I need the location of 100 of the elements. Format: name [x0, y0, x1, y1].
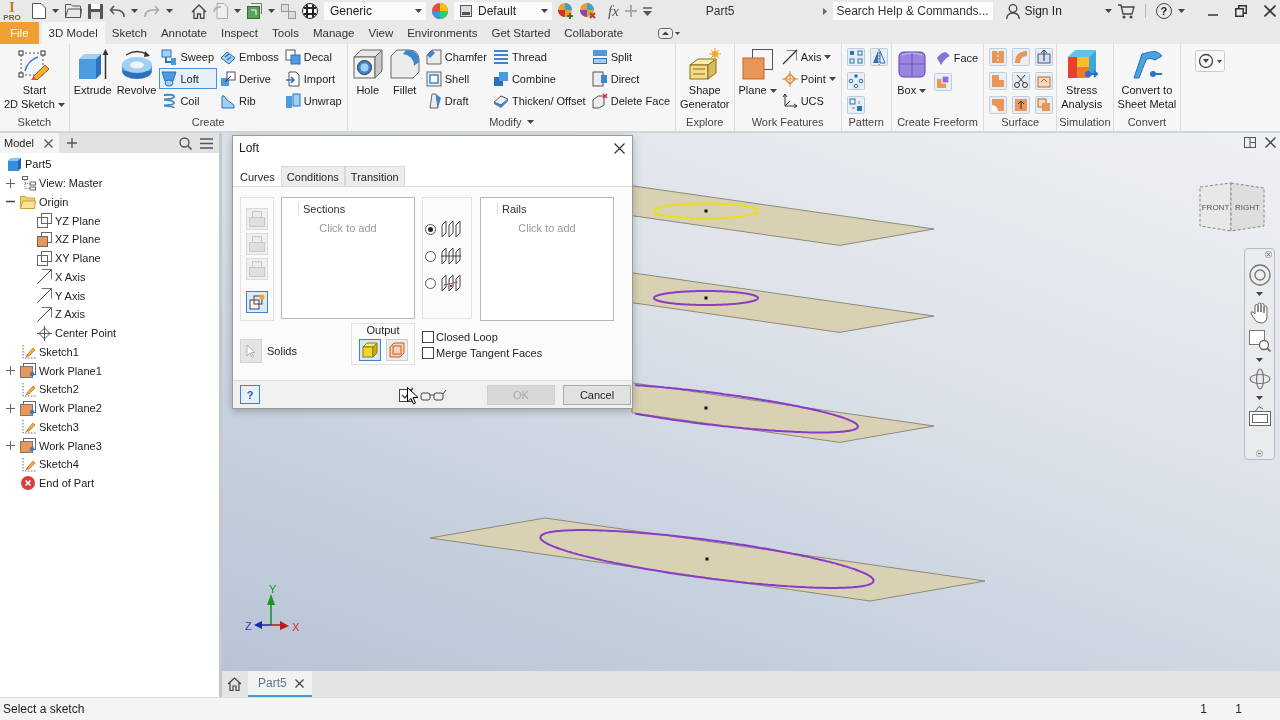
- ribbon-button[interactable]: Emboss: [218, 46, 282, 67]
- ribbon-button[interactable]: Plane: [736, 44, 779, 113]
- help-button[interactable]: ?: [240, 385, 260, 404]
- caret-icon[interactable]: [1256, 358, 1263, 362]
- tree-item[interactable]: Work Plane1: [39, 364, 102, 377]
- ribbon-button[interactable]: Axis: [779, 46, 839, 67]
- restore-icon[interactable]: [1235, 5, 1247, 17]
- menu-caret-icon[interactable]: [642, 6, 652, 16]
- ribbon-button[interactable]: Chamfer: [423, 46, 490, 67]
- home-icon[interactable]: [227, 677, 242, 691]
- tree-item[interactable]: Z Axis: [55, 308, 85, 321]
- ribbon-button[interactable]: Point: [779, 68, 839, 89]
- ribbon-tab[interactable]: Collaborate: [557, 22, 631, 44]
- radio-button[interactable]: [425, 277, 436, 289]
- radio-button[interactable]: [425, 223, 436, 235]
- ribbon-button[interactable]: Combine: [490, 68, 589, 89]
- plus-icon[interactable]: [6, 403, 15, 413]
- ribbon-tab[interactable]: Annotate: [153, 22, 214, 44]
- steering-wheel-icon[interactable]: [1248, 264, 1271, 286]
- squares-pattern-icon[interactable]: [846, 96, 865, 114]
- caret-icon[interactable]: [1256, 292, 1263, 296]
- ribbon-button[interactable]: Convert to Sheet Metal: [1115, 44, 1179, 113]
- dialog-tab[interactable]: Transition: [344, 166, 405, 186]
- sections-list[interactable]: Sections Click to add: [281, 197, 415, 319]
- panel-toggle-icon[interactable]: [658, 27, 681, 39]
- ribbon-button[interactable]: Unwrap: [282, 90, 345, 111]
- quarter-cut-tile-icon[interactable]: [989, 96, 1008, 114]
- glasses-icon[interactable]: [420, 388, 447, 401]
- color-ball-plus-icon[interactable]: [558, 3, 574, 19]
- tree-item[interactable]: Sketch4: [39, 458, 79, 471]
- ribbon-button[interactable]: Start 2D Sketch: [2, 44, 67, 113]
- appearance-dropdown[interactable]: Default: [454, 2, 552, 20]
- tree-item[interactable]: X Axis: [55, 270, 86, 283]
- search-field[interactable]: Search Help & Commands...: [832, 2, 993, 20]
- ribbon-button[interactable]: Derive: [218, 68, 282, 89]
- ribbon-button[interactable]: Draft: [423, 90, 490, 111]
- split-view-icon[interactable]: [1244, 137, 1256, 148]
- style-dropdown[interactable]: Generic: [324, 2, 426, 20]
- ribbon-button[interactable]: Rib: [218, 90, 282, 111]
- square-grid-icon[interactable]: [846, 48, 865, 66]
- caret-icon[interactable]: [234, 9, 241, 13]
- tree-item[interactable]: Sketch2: [39, 383, 79, 396]
- ribbon-button[interactable]: Shell: [423, 68, 490, 89]
- tree-item[interactable]: XY Plane: [55, 252, 101, 265]
- view-cube[interactable]: [1199, 182, 1265, 232]
- ribbon-button[interactable]: Thread: [490, 46, 589, 67]
- ribbon-button[interactable]: Import: [282, 68, 345, 89]
- new-file-icon[interactable]: [32, 3, 46, 19]
- search-icon[interactable]: [179, 136, 192, 150]
- ribbon-button[interactable]: Thicken/ Offset: [490, 90, 589, 111]
- dashed-tile-icon[interactable]: [989, 48, 1008, 66]
- ribbon-button[interactable]: Decal: [282, 46, 345, 67]
- stacked-tiles-icon[interactable]: [1035, 96, 1054, 114]
- dialog-tab[interactable]: Conditions: [280, 166, 345, 186]
- caret-icon[interactable]: [166, 9, 173, 13]
- output-toggle-button[interactable]: [358, 339, 381, 361]
- corner-tile-icon[interactable]: [989, 72, 1008, 90]
- color-wheel-icon[interactable]: [432, 3, 448, 19]
- dialog-button[interactable]: Cancel: [563, 384, 631, 405]
- dot-ring-icon[interactable]: [846, 72, 865, 90]
- triangle-icon[interactable]: [822, 7, 827, 15]
- caret-icon[interactable]: [268, 9, 275, 13]
- formula-button[interactable]: fx: [608, 2, 619, 20]
- sign-in-button[interactable]: Sign In: [1004, 2, 1063, 20]
- ribbon-tab[interactable]: Sketch: [104, 22, 154, 44]
- radio-button[interactable]: [425, 250, 436, 262]
- caret-icon[interactable]: [131, 9, 138, 13]
- caret-icon[interactable]: [52, 9, 59, 13]
- ribbon-button[interactable]: Sweep: [159, 46, 218, 67]
- tree-item[interactable]: Center Point: [55, 327, 117, 340]
- hand-icon[interactable]: [1249, 302, 1270, 324]
- patch-tile-icon[interactable]: [1035, 72, 1054, 90]
- menu-icon[interactable]: [200, 137, 213, 149]
- mirror-triangles-icon[interactable]: [869, 48, 888, 66]
- folder-icon[interactable]: [65, 4, 82, 18]
- ribbon-tab[interactable]: 3D Model: [41, 22, 105, 44]
- close-icon[interactable]: [43, 138, 53, 148]
- ribbon-button[interactable]: Loft: [159, 68, 218, 89]
- checkered-ball-icon[interactable]: [302, 3, 318, 19]
- zoom-window-icon[interactable]: [1248, 330, 1271, 352]
- checkbox[interactable]: [422, 331, 434, 343]
- blocks-swap-icon[interactable]: [933, 73, 952, 91]
- tree-item[interactable]: Y Axis: [55, 289, 86, 302]
- caret-icon[interactable]: [1177, 9, 1185, 13]
- scissors-icon[interactable]: [1012, 72, 1031, 90]
- home-icon[interactable]: [191, 3, 207, 19]
- plus-icon[interactable]: [66, 138, 77, 148]
- caret-icon[interactable]: [1256, 396, 1263, 400]
- tree-item[interactable]: End of Part: [39, 477, 95, 490]
- ribbon-button[interactable]: Split: [589, 46, 673, 67]
- orbit-icon[interactable]: [1248, 368, 1271, 390]
- close-icon[interactable]: [614, 142, 625, 154]
- ribbon-button[interactable]: Box: [893, 44, 930, 113]
- ribbon-button[interactable]: Hole: [349, 44, 386, 113]
- tree-item[interactable]: XZ Plane: [55, 233, 101, 246]
- dialog-tool-button[interactable]: [246, 291, 268, 313]
- ribbon-button[interactable]: Revolve: [114, 44, 159, 113]
- box-grid-icon[interactable]: [247, 3, 262, 19]
- ribbon-button[interactable]: Extrude: [71, 44, 114, 113]
- ribbon-button[interactable]: Stress Analysis: [1059, 44, 1105, 113]
